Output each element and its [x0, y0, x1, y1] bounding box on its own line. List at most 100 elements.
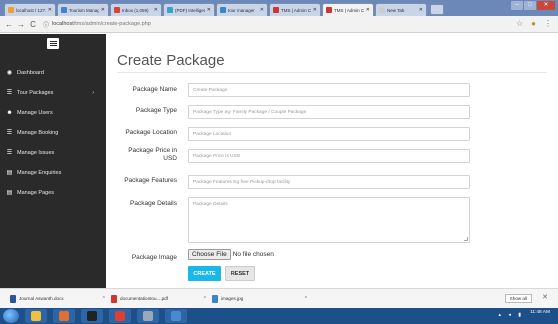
reset-button[interactable]: RESET: [225, 266, 255, 281]
tab-close-icon[interactable]: ✕: [260, 7, 264, 13]
tab-close-icon[interactable]: ✕: [207, 7, 211, 13]
sidebar-item-dashboard[interactable]: ◉ Dashboard: [0, 63, 106, 83]
list-icon: ☰: [6, 150, 13, 156]
download-item[interactable]: documentationtou....pdf ^: [111, 294, 206, 303]
tab-list: localhost / 127.0 ✕ Tourism Manag ✕ Inbox (1…: [4, 3, 428, 16]
list-icon: ☰: [6, 130, 13, 136]
package-name-input[interactable]: Create Package: [188, 83, 470, 97]
package-details-textarea[interactable]: Package Details: [188, 197, 470, 243]
start-button[interactable]: [3, 309, 19, 323]
no-file-text: No file chosen: [232, 251, 274, 258]
browser-tab[interactable]: Inbox (1,059) ✕: [110, 3, 162, 16]
browser-tab[interactable]: (PDF) Intelligen ✕: [163, 3, 215, 16]
package-location-label: Package Location: [125, 129, 177, 136]
package-details-placeholder: Package Details: [193, 202, 228, 207]
users-icon: ☻: [6, 110, 13, 116]
download-filename: documentationtou....pdf: [120, 296, 169, 301]
new-tab-button[interactable]: [430, 4, 444, 15]
tab-label: tour manager: [228, 7, 255, 13]
browser-tab[interactable]: New Tab ✕: [375, 3, 427, 16]
taskbar-app-settings[interactable]: [137, 309, 159, 323]
package-location-input[interactable]: Package Location: [188, 127, 470, 141]
sidebar-item-manage-issues[interactable]: ☰ Manage Issues: [0, 143, 106, 163]
show-all-button[interactable]: Show all: [504, 294, 532, 303]
explorer-icon: [31, 311, 41, 321]
address-bar: ← → C ⓘ localhost /tms/admin/create-pack…: [0, 16, 558, 33]
chevron-right-icon: ›: [92, 90, 94, 96]
minimize-button[interactable]: –: [511, 1, 523, 10]
package-price-input[interactable]: Package Price is USD: [188, 149, 470, 163]
taskbar-app-photos[interactable]: [165, 309, 187, 323]
reload-icon[interactable]: C: [28, 20, 38, 29]
taskbar-app-terminal[interactable]: [81, 309, 103, 323]
download-item[interactable]: images.jpg ^: [212, 294, 307, 303]
extension-icon[interactable]: ●: [531, 19, 536, 28]
download-filename: Journal Aswanth.docx: [19, 296, 64, 301]
close-window-button[interactable]: ✕: [537, 1, 555, 10]
download-item[interactable]: Journal Aswanth.docx ^: [10, 294, 105, 303]
tab-label: TMS | Admin C: [334, 7, 364, 13]
sidebar-item-manage-users[interactable]: ☻ Manage Users: [0, 103, 106, 123]
close-downloads-icon[interactable]: ✕: [542, 293, 548, 301]
sidebar-item-manage-enquiries[interactable]: ▤ Manage Enquiries: [0, 163, 106, 183]
os-taskbar: ▴ ◂ ▮ 11:48 AM: [0, 308, 558, 324]
admin-sidebar: ◉ Dashboard ☰ Tour Packages › ☻ Manage Users ☰ M…: [0, 34, 106, 288]
choose-file-button[interactable]: Choose File: [188, 249, 231, 260]
resize-grip-icon[interactable]: [464, 237, 468, 241]
sidebar-toggle-button[interactable]: [47, 38, 59, 49]
media-icon: [59, 311, 69, 321]
browser-tab[interactable]: tour manager ✕: [216, 3, 268, 16]
taskbar-app-explorer[interactable]: [25, 309, 47, 323]
sidebar-item-label: Manage Enquiries: [17, 170, 62, 176]
browser-tab-strip: localhost / 127.0 ✕ Tourism Manag ✕ Inbox (1…: [0, 0, 558, 16]
file-icon: [10, 294, 16, 303]
sidebar-item-label: Manage Users: [17, 110, 53, 116]
browser-tab[interactable]: TMS | Admin C ✕: [269, 3, 321, 16]
list-icon: ☰: [6, 90, 13, 96]
tab-favicon-icon: [167, 7, 173, 13]
tab-favicon-icon: [114, 7, 120, 13]
page-title: Create Package: [117, 52, 225, 69]
chevron-up-icon[interactable]: ^: [204, 296, 206, 302]
sidebar-item-label: Dashboard: [17, 70, 44, 76]
sidebar-item-manage-booking[interactable]: ☰ Manage Booking: [0, 123, 106, 143]
create-button[interactable]: CREATE: [188, 266, 221, 281]
tab-favicon-icon: [61, 7, 67, 13]
chevron-up-icon[interactable]: ^: [305, 296, 307, 302]
bookmark-star-icon[interactable]: ☆: [516, 19, 523, 28]
browser-tab[interactable]: localhost / 127.0 ✕: [4, 3, 56, 16]
browser-tab[interactable]: Tourism Manag ✕: [57, 3, 109, 16]
package-features-input[interactable]: Package Features Eg free Pickup-drop fac…: [188, 175, 470, 189]
tab-close-icon[interactable]: ✕: [154, 7, 158, 13]
package-type-input[interactable]: Package Type eg- Family Package / Couple…: [188, 105, 470, 119]
tab-close-icon[interactable]: ✕: [313, 7, 317, 13]
tab-close-icon[interactable]: ✕: [101, 7, 105, 13]
dashboard-icon: ◉: [6, 70, 13, 76]
sidebar-item-label: Tour Packages: [17, 90, 54, 96]
sidebar-item-tour-packages[interactable]: ☰ Tour Packages ›: [0, 83, 106, 103]
terminal-icon: [87, 311, 97, 321]
tab-favicon-icon: [220, 7, 226, 13]
sidebar-item-manage-pages[interactable]: ▤ Manage Pages: [0, 183, 106, 203]
package-image-label: Package Image: [131, 254, 177, 261]
package-image-file-input[interactable]: Choose File No file chosen: [188, 249, 274, 260]
tab-favicon-icon: [379, 7, 385, 13]
url-field[interactable]: ⓘ localhost /tms/admin/create-package.ph…: [43, 20, 151, 29]
tab-close-icon[interactable]: ✕: [48, 7, 52, 13]
browser-tab[interactable]: TMS | Admin C ✕: [322, 3, 374, 16]
menu-icon[interactable]: ⋮: [544, 19, 552, 28]
settings-icon: [143, 311, 153, 321]
url-path: /tms/admin/create-package.php: [73, 21, 151, 27]
tab-close-icon[interactable]: ✕: [419, 7, 423, 13]
chevron-up-icon[interactable]: ^: [103, 296, 105, 302]
file-icon: [111, 294, 117, 303]
back-arrow-icon[interactable]: ←: [4, 20, 14, 29]
maximize-button[interactable]: □: [524, 1, 536, 10]
system-tray-icons[interactable]: ▴ ◂ ▮: [498, 312, 524, 318]
taskbar-app-chrome[interactable]: [109, 309, 131, 323]
forward-arrow-icon[interactable]: →: [16, 20, 26, 29]
taskbar-app-media[interactable]: [53, 309, 75, 323]
tab-close-icon[interactable]: ✕: [366, 7, 370, 13]
tab-label: New Tab: [387, 7, 405, 13]
info-icon: ⓘ: [43, 22, 50, 29]
